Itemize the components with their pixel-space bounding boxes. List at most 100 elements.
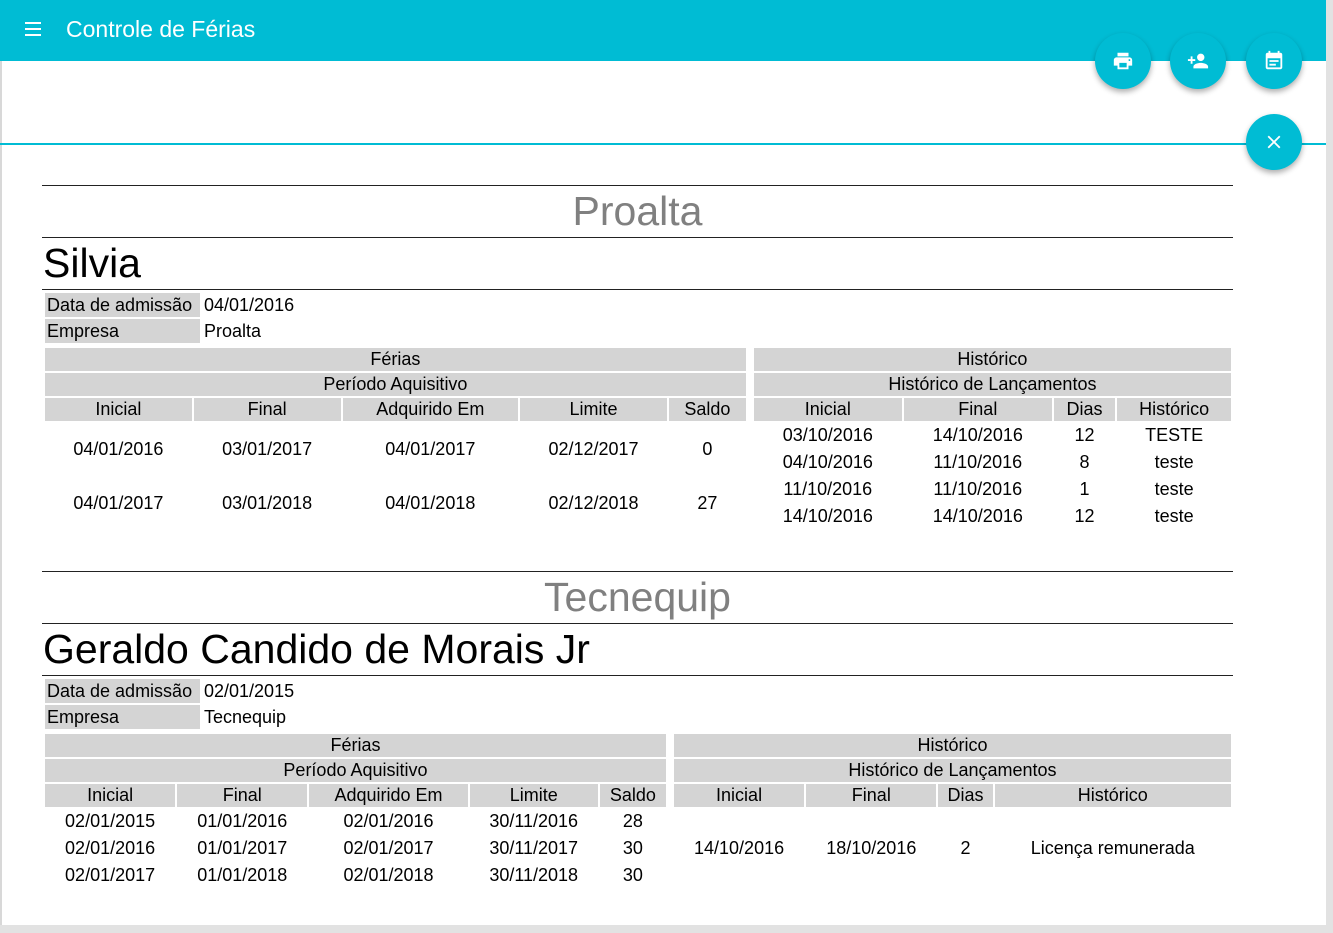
- cell: 04/01/2016: [73, 438, 164, 459]
- menu-icon[interactable]: [22, 19, 44, 39]
- cell: 02/01/2017: [343, 838, 434, 858]
- cell: 02/12/2018: [548, 492, 639, 513]
- company-heading: Proalta: [572, 188, 703, 234]
- employee-name: Silvia: [43, 240, 141, 286]
- table-row: 11/10/2016 11/10/2016 1 teste: [754, 477, 1231, 502]
- divider: [42, 675, 1233, 676]
- admission-value: 04/01/2016: [204, 295, 295, 315]
- col-final: Final: [903, 398, 1052, 421]
- close-button[interactable]: [1246, 114, 1302, 170]
- table-row: 02/01/2015 01/01/2016 02/01/2016 30/11/2…: [45, 809, 666, 834]
- col-dias: Dias: [1053, 398, 1116, 421]
- employee-name: Geraldo Candido de Morais Jr: [43, 626, 590, 672]
- col-saldo: Saldo: [599, 784, 666, 807]
- col-adquirido: Adquirido Em: [342, 398, 519, 421]
- cell: 14/10/2016: [782, 506, 873, 526]
- ferias-table: Férias Período Aquisitivo Inicial Final …: [43, 346, 748, 531]
- cell: 02/01/2016: [343, 811, 434, 831]
- cell: 02/01/2016: [65, 838, 156, 858]
- table-row: 04/10/2016 11/10/2016 8 teste: [754, 450, 1231, 475]
- ferias-header: Férias: [45, 348, 746, 371]
- cell: 30: [622, 838, 643, 858]
- col-inicial: Inicial: [753, 398, 902, 421]
- print-icon: [1113, 52, 1133, 70]
- ferias-table: Férias Período Aquisitivo Inicial Final …: [43, 732, 668, 890]
- cell: teste: [1154, 506, 1194, 526]
- cell: 01/01/2018: [197, 865, 288, 885]
- cell: 30: [622, 865, 643, 885]
- cell: 01/01/2017: [197, 838, 288, 858]
- cell: 1: [1079, 479, 1090, 499]
- cell: 14/10/2016: [694, 838, 785, 858]
- cell: 03/01/2018: [222, 492, 313, 513]
- ferias-header: Férias: [45, 734, 666, 757]
- company-label: Empresa: [45, 705, 200, 729]
- col-saldo: Saldo: [668, 398, 746, 421]
- add-person-button[interactable]: [1170, 33, 1226, 89]
- cell: 8: [1079, 452, 1090, 472]
- cell: 2: [960, 838, 971, 858]
- company-heading: Tecnequip: [544, 574, 731, 620]
- table-row: 03/10/2016 14/10/2016 12 TESTE: [754, 423, 1231, 448]
- cell: 04/01/2018: [385, 492, 476, 513]
- cell: 02/01/2017: [65, 865, 156, 885]
- table-row: 04/01/2016 03/01/2017 04/01/2017 02/12/2…: [45, 423, 746, 475]
- cell: 14/10/2016: [932, 425, 1023, 445]
- cell: 27: [697, 492, 718, 513]
- cell: 0: [702, 438, 713, 459]
- cell: 02/12/2017: [548, 438, 639, 459]
- col-final: Final: [806, 784, 937, 807]
- col-final: Final: [177, 784, 308, 807]
- cell: 11/10/2016: [933, 479, 1023, 499]
- col-adquirido: Adquirido Em: [309, 784, 468, 807]
- person-add-icon: [1187, 53, 1209, 69]
- report-content: Proalta Silvia Data de admissão 04/01/201…: [42, 185, 1233, 890]
- admission-label: Data de admissão: [45, 293, 200, 317]
- app-title: Controle de Férias: [66, 16, 256, 42]
- cell: teste: [1154, 452, 1194, 472]
- historico-header: Histórico: [753, 348, 1231, 371]
- table-row: 14/10/2016 18/10/2016 2 Licença remunera…: [674, 809, 1231, 888]
- toolbar-divider: [0, 143, 1326, 145]
- col-dias: Dias: [938, 784, 993, 807]
- cell: 12: [1074, 425, 1095, 445]
- cell: 30/11/2018: [489, 865, 579, 885]
- cell: TESTE: [1145, 425, 1204, 445]
- cell: 02/01/2015: [65, 811, 156, 831]
- employee-info: Data de admissão 02/01/2015 Empresa Tecneq…: [43, 677, 298, 731]
- col-final: Final: [193, 398, 341, 421]
- cell: 30/11/2017: [489, 838, 579, 858]
- historico-lanc-header: Histórico de Lançamentos: [753, 373, 1231, 396]
- cell: 12: [1074, 506, 1095, 526]
- divider: [42, 289, 1233, 290]
- table-row: 02/01/2016 01/01/2017 02/01/2017 30/11/2…: [45, 836, 666, 861]
- table-row: 02/01/2017 01/01/2018 02/01/2018 30/11/2…: [45, 863, 666, 888]
- cell: 03/10/2016: [782, 425, 873, 445]
- cell: 30/11/2016: [489, 811, 579, 831]
- table-row: 04/01/2017 03/01/2018 04/01/2018 02/12/2…: [45, 477, 746, 529]
- cell: 14/10/2016: [932, 506, 1023, 526]
- cell: Licença remunerada: [1030, 838, 1195, 858]
- employee-info: Data de admissão 04/01/2016 Empresa Proalt…: [43, 291, 298, 345]
- col-limite: Limite: [469, 784, 598, 807]
- close-icon: [1267, 135, 1281, 149]
- cell: 04/01/2017: [73, 492, 164, 513]
- cell: 04/10/2016: [782, 452, 873, 472]
- company-value: Tecnequip: [204, 707, 287, 727]
- periodo-header: Período Aquisitivo: [45, 373, 746, 396]
- cell: 18/10/2016: [826, 838, 917, 858]
- cell: 04/01/2017: [385, 438, 476, 459]
- cell: teste: [1154, 479, 1194, 499]
- company-label: Empresa: [45, 319, 200, 343]
- admission-value: 02/01/2015: [204, 681, 295, 701]
- historico-table: Histórico Histórico de Lançamentos Inici…: [672, 732, 1233, 890]
- cell: 11/10/2016: [783, 479, 873, 499]
- company-value: Proalta: [204, 321, 262, 341]
- historico-table: Histórico Histórico de Lançamentos Inici…: [752, 346, 1233, 531]
- cell: 28: [622, 811, 643, 831]
- print-button[interactable]: [1095, 33, 1151, 89]
- cell: 11/10/2016: [933, 452, 1023, 472]
- calendar-button[interactable]: [1246, 33, 1302, 89]
- col-limite: Limite: [520, 398, 667, 421]
- col-inicial: Inicial: [45, 398, 192, 421]
